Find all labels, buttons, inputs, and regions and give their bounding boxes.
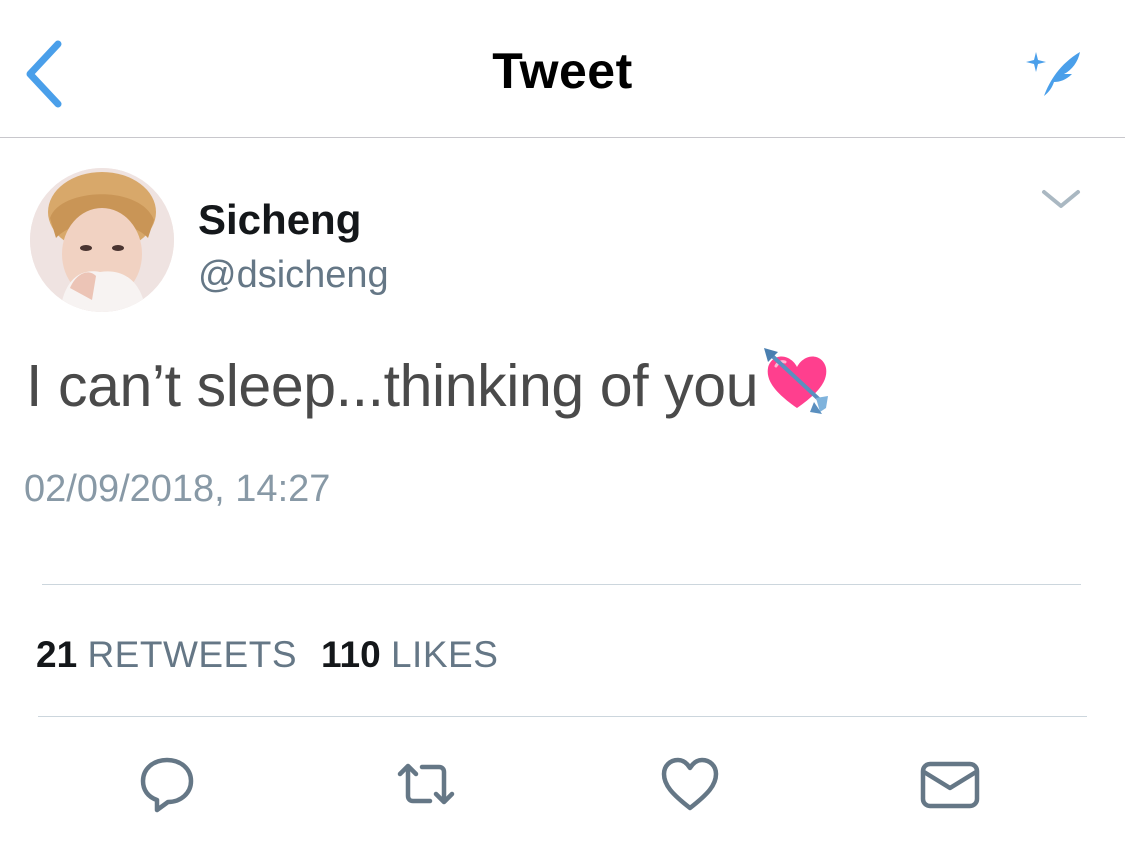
reply-icon — [140, 757, 194, 813]
author-display-name[interactable]: Sicheng — [198, 196, 361, 244]
likes-label: LIKES — [390, 634, 499, 675]
envelope-icon — [920, 761, 980, 809]
divider — [38, 716, 1087, 717]
reply-button[interactable] — [135, 752, 199, 816]
avatar[interactable] — [30, 168, 174, 312]
like-button[interactable] — [658, 752, 722, 816]
tweet-stats: 21 RETWEETS 110 LIKES — [36, 634, 498, 676]
divider — [42, 584, 1081, 585]
author-handle[interactable]: @dsicheng — [198, 254, 389, 297]
retweet-button[interactable] — [394, 752, 458, 816]
tweet-body: I can’t sleep...thinking of you — [26, 346, 832, 420]
heart-icon — [661, 757, 719, 811]
heart-with-arrow-emoji — [762, 346, 832, 416]
retweet-icon — [397, 763, 455, 805]
nav-bar: Tweet — [0, 0, 1125, 138]
more-options-button[interactable] — [1036, 180, 1086, 220]
likes-stat[interactable]: 110 LIKES — [321, 634, 498, 675]
retweets-label: RETWEETS — [87, 634, 297, 675]
avatar-photo — [30, 168, 174, 312]
page-title: Tweet — [492, 43, 633, 99]
direct-message-button[interactable] — [918, 752, 982, 816]
chevron-down-icon — [1042, 190, 1080, 208]
tweet-text: I can’t sleep...thinking of you — [26, 353, 759, 419]
compose-button[interactable] — [1022, 44, 1086, 100]
tweet-timestamp: 02/09/2018, 14:27 — [24, 468, 331, 510]
retweets-stat[interactable]: 21 RETWEETS — [36, 634, 297, 675]
retweets-count: 21 — [36, 634, 78, 675]
compose-feather-icon — [1026, 52, 1080, 96]
likes-count: 110 — [321, 634, 381, 675]
